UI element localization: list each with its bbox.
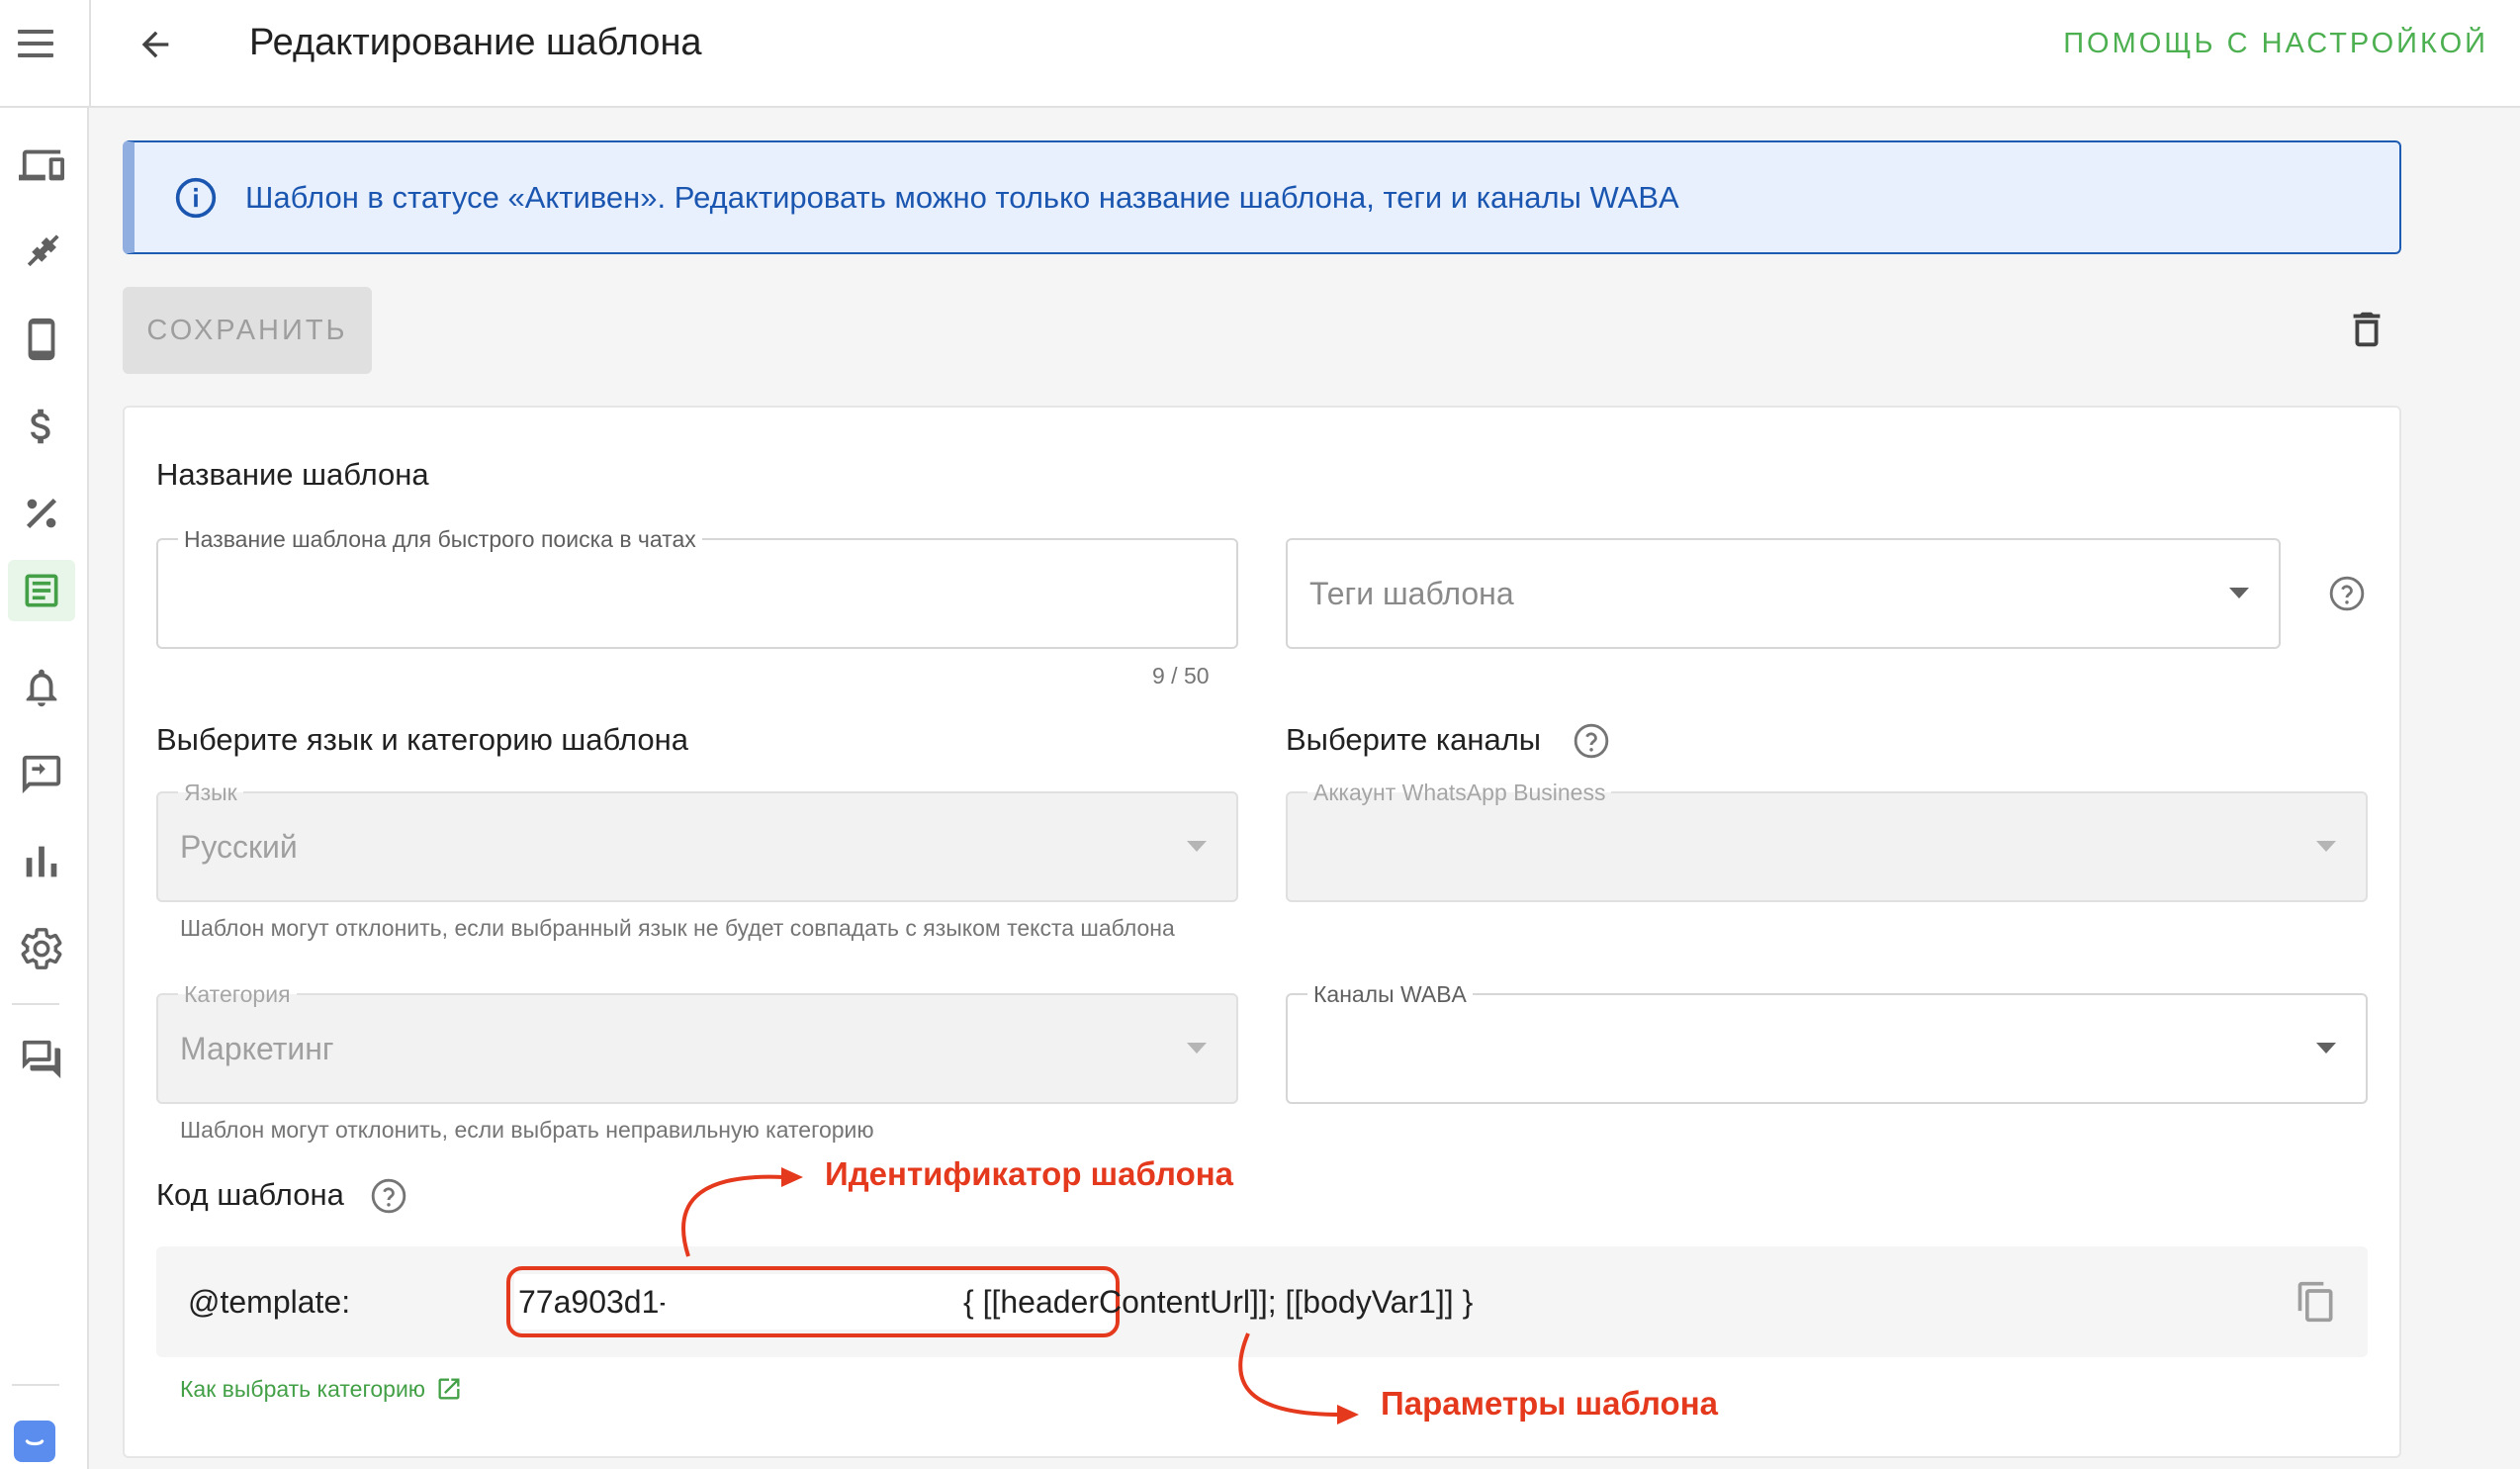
status-alert: Шаблон в статусе «Активен». Редактироват… (123, 140, 2401, 254)
setup-help-link[interactable]: ПОМОЩЬ С НАСТРОЙКОЙ (2063, 28, 2488, 60)
template-id-annotation: Идентификатор шаблона (825, 1155, 1234, 1192)
help-circle-icon[interactable] (2328, 575, 2366, 612)
chart-icon[interactable] (8, 831, 75, 892)
tags-placeholder: Теги шаблона (1309, 575, 1514, 611)
template-name-label: Название шаблона для быстрого поиска в ч… (178, 526, 702, 552)
waba-channels-label: Каналы WABA (1307, 981, 1473, 1007)
whatsapp-account-select: Аккаунт WhatsApp Business (1286, 780, 2368, 902)
chevron-down-icon (2316, 1043, 2336, 1054)
gear-icon[interactable] (8, 918, 75, 979)
chevron-down-icon (1187, 1043, 1207, 1054)
category-value: Маркетинг (180, 1030, 334, 1066)
category-select: Категория Маркетинг (156, 981, 1238, 1104)
info-icon (175, 177, 217, 218)
phone-icon[interactable] (8, 309, 75, 370)
language-helper: Шаблон могут отклонить, если выбранный я… (180, 915, 1175, 941)
plug-icon[interactable] (8, 222, 75, 283)
category-help-link[interactable]: Как выбрать категорию (180, 1375, 463, 1403)
alert-text: Шаблон в статусе «Активен». Редактироват… (245, 179, 1679, 215)
category-helper: Шаблон могут отклонить, если выбрать неп… (180, 1117, 874, 1143)
code-prefix: @template: (188, 1283, 351, 1320)
percent-icon[interactable] (8, 483, 75, 544)
sidebar (0, 108, 89, 1469)
template-code-heading: Код шаблона (156, 1177, 344, 1212)
help-circle-icon[interactable] (370, 1177, 407, 1215)
bell-icon[interactable] (8, 657, 75, 718)
template-name-heading: Название шаблона (156, 457, 429, 492)
top-bar: Редактирование шаблона ПОМОЩЬ С НАСТРОЙК… (0, 0, 2520, 108)
channels-heading: Выберите каналы (1286, 722, 1542, 757)
char-counter: 9 / 50 (1152, 663, 1210, 689)
template-tags-select[interactable]: Теги шаблона (1286, 538, 2281, 649)
copy-icon[interactable] (2295, 1280, 2338, 1324)
language-select: Язык Русский (156, 780, 1238, 902)
dollar-icon[interactable] (8, 396, 75, 457)
chevron-down-icon (1187, 841, 1207, 852)
devices-icon[interactable] (8, 135, 75, 196)
topbar-divider (89, 0, 91, 108)
menu-icon[interactable] (18, 30, 57, 59)
whatsapp-account-label: Аккаунт WhatsApp Business (1307, 780, 1612, 805)
chevron-down-icon (2316, 841, 2336, 852)
chevron-down-icon (2229, 588, 2249, 598)
sidebar-divider-bottom (12, 1384, 59, 1386)
waba-channels-select[interactable]: Каналы WABA (1286, 981, 2368, 1104)
forum-icon[interactable] (8, 1029, 75, 1090)
back-arrow-icon[interactable] (133, 22, 178, 67)
sidebar-divider (12, 1003, 59, 1005)
page-title: Редактирование шаблона (249, 22, 702, 63)
template-name-field[interactable]: Название шаблона для быстрого поиска в ч… (156, 526, 1238, 649)
template-code-block: @template: 77a903d1- { [[headerContentUr… (156, 1246, 2368, 1357)
help-circle-icon[interactable] (1573, 722, 1610, 760)
code-params: { [[headerContentUrl]]; [[bodyVar1]] } (963, 1283, 1474, 1320)
language-value: Русский (180, 828, 298, 865)
language-category-heading: Выберите язык и категорию шаблона (156, 722, 688, 757)
save-button[interactable]: СОХРАНИТЬ (123, 287, 372, 374)
chat-widget-icon[interactable] (14, 1421, 55, 1462)
message-icon[interactable] (8, 744, 75, 805)
template-params-annotation: Параметры шаблона (1381, 1385, 1718, 1422)
templates-icon[interactable] (8, 560, 75, 621)
category-help-link-label: Как выбрать категорию (180, 1375, 426, 1402)
external-link-icon (438, 1378, 460, 1400)
trash-icon[interactable] (2344, 307, 2389, 352)
